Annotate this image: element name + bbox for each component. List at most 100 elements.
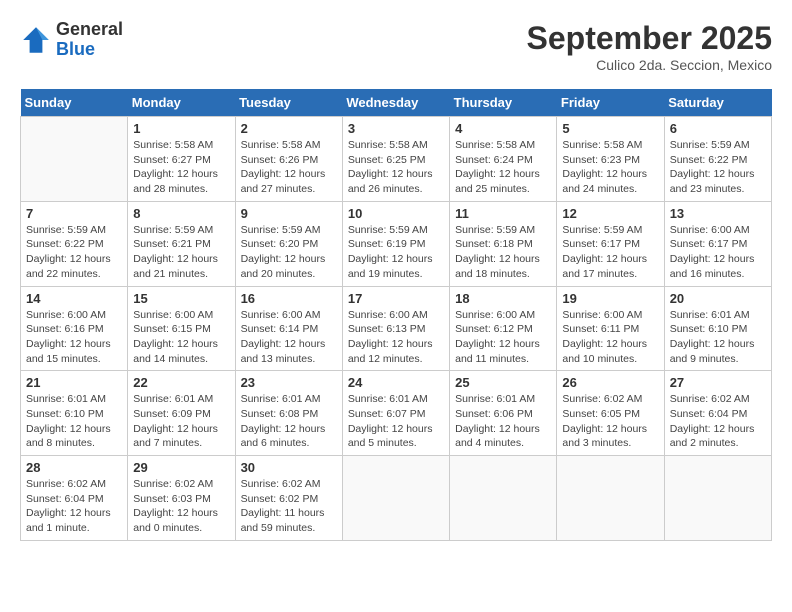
day-info: Sunrise: 6:02 AMSunset: 6:05 PMDaylight:…: [562, 392, 658, 451]
day-info: Sunrise: 5:58 AMSunset: 6:26 PMDaylight:…: [241, 138, 337, 197]
day-number: 24: [348, 375, 444, 390]
logo-general-text: General: [56, 20, 123, 40]
day-info: Sunrise: 6:01 AMSunset: 6:10 PMDaylight:…: [670, 308, 766, 367]
calendar-cell: 5 Sunrise: 5:58 AMSunset: 6:23 PMDaylight…: [557, 117, 664, 202]
day-number: 15: [133, 291, 229, 306]
page-header: General Blue September 2025 Culico 2da. …: [20, 20, 772, 73]
calendar-cell: 6 Sunrise: 5:59 AMSunset: 6:22 PMDaylight…: [664, 117, 771, 202]
day-info: Sunrise: 5:58 AMSunset: 6:25 PMDaylight:…: [348, 138, 444, 197]
day-info: Sunrise: 5:59 AMSunset: 6:22 PMDaylight:…: [670, 138, 766, 197]
day-number: 30: [241, 460, 337, 475]
day-number: 21: [26, 375, 122, 390]
logo-blue-text: Blue: [56, 40, 123, 60]
day-number: 17: [348, 291, 444, 306]
day-info: Sunrise: 5:59 AMSunset: 6:18 PMDaylight:…: [455, 223, 551, 282]
day-number: 25: [455, 375, 551, 390]
day-number: 2: [241, 121, 337, 136]
week-row-4: 21 Sunrise: 6:01 AMSunset: 6:10 PMDayligh…: [21, 371, 772, 456]
day-info: Sunrise: 6:01 AMSunset: 6:10 PMDaylight:…: [26, 392, 122, 451]
calendar-cell: 24 Sunrise: 6:01 AMSunset: 6:07 PMDayligh…: [342, 371, 449, 456]
calendar-cell: 27 Sunrise: 6:02 AMSunset: 6:04 PMDayligh…: [664, 371, 771, 456]
day-header-wednesday: Wednesday: [342, 89, 449, 117]
calendar-cell: 26 Sunrise: 6:02 AMSunset: 6:05 PMDayligh…: [557, 371, 664, 456]
title-block: September 2025 Culico 2da. Seccion, Mexi…: [527, 20, 772, 73]
day-header-monday: Monday: [128, 89, 235, 117]
calendar-table: SundayMondayTuesdayWednesdayThursdayFrid…: [20, 89, 772, 541]
calendar-cell: 18 Sunrise: 6:00 AMSunset: 6:12 PMDayligh…: [450, 286, 557, 371]
day-info: Sunrise: 5:59 AMSunset: 6:22 PMDaylight:…: [26, 223, 122, 282]
calendar-cell: 14Sunrise: 6:00 AMSunset: 6:16 PMDayligh…: [21, 286, 128, 371]
week-row-3: 14Sunrise: 6:00 AMSunset: 6:16 PMDayligh…: [21, 286, 772, 371]
logo: General Blue: [20, 20, 123, 60]
day-info: Sunrise: 6:00 AMSunset: 6:12 PMDaylight:…: [455, 308, 551, 367]
logo-icon: [20, 24, 52, 56]
day-number: 23: [241, 375, 337, 390]
day-number: 28: [26, 460, 122, 475]
day-info: Sunrise: 6:00 AMSunset: 6:13 PMDaylight:…: [348, 308, 444, 367]
day-info: Sunrise: 6:00 AMSunset: 6:11 PMDaylight:…: [562, 308, 658, 367]
day-info: Sunrise: 5:59 AMSunset: 6:21 PMDaylight:…: [133, 223, 229, 282]
calendar-cell: 4 Sunrise: 5:58 AMSunset: 6:24 PMDaylight…: [450, 117, 557, 202]
calendar-cell: 7 Sunrise: 5:59 AMSunset: 6:22 PMDaylight…: [21, 201, 128, 286]
day-number: 22: [133, 375, 229, 390]
day-info: Sunrise: 5:58 AMSunset: 6:23 PMDaylight:…: [562, 138, 658, 197]
calendar-cell: 3 Sunrise: 5:58 AMSunset: 6:25 PMDaylight…: [342, 117, 449, 202]
day-header-sunday: Sunday: [21, 89, 128, 117]
day-info: Sunrise: 6:01 AMSunset: 6:07 PMDaylight:…: [348, 392, 444, 451]
day-number: 4: [455, 121, 551, 136]
day-info: Sunrise: 6:02 AMSunset: 6:04 PMDaylight:…: [670, 392, 766, 451]
day-number: 11: [455, 206, 551, 221]
day-number: 26: [562, 375, 658, 390]
calendar-cell: 19 Sunrise: 6:00 AMSunset: 6:11 PMDayligh…: [557, 286, 664, 371]
calendar-cell: 20 Sunrise: 6:01 AMSunset: 6:10 PMDayligh…: [664, 286, 771, 371]
calendar-cell: 25 Sunrise: 6:01 AMSunset: 6:06 PMDayligh…: [450, 371, 557, 456]
calendar-header-row: SundayMondayTuesdayWednesdayThursdayFrid…: [21, 89, 772, 117]
week-row-1: 1 Sunrise: 5:58 AMSunset: 6:27 PMDaylight…: [21, 117, 772, 202]
day-number: 1: [133, 121, 229, 136]
day-number: 19: [562, 291, 658, 306]
day-number: 3: [348, 121, 444, 136]
calendar-cell: 11 Sunrise: 5:59 AMSunset: 6:18 PMDayligh…: [450, 201, 557, 286]
calendar-cell: 17 Sunrise: 6:00 AMSunset: 6:13 PMDayligh…: [342, 286, 449, 371]
day-info: Sunrise: 6:00 AMSunset: 6:17 PMDaylight:…: [670, 223, 766, 282]
day-header-thursday: Thursday: [450, 89, 557, 117]
calendar-cell: 16Sunrise: 6:00 AMSunset: 6:14 PMDayligh…: [235, 286, 342, 371]
day-number: 18: [455, 291, 551, 306]
calendar-cell: 10Sunrise: 5:59 AMSunset: 6:19 PMDayligh…: [342, 201, 449, 286]
day-header-tuesday: Tuesday: [235, 89, 342, 117]
day-info: Sunrise: 5:58 AMSunset: 6:27 PMDaylight:…: [133, 138, 229, 197]
day-number: 13: [670, 206, 766, 221]
day-number: 20: [670, 291, 766, 306]
calendar-cell: 1 Sunrise: 5:58 AMSunset: 6:27 PMDaylight…: [128, 117, 235, 202]
day-info: Sunrise: 6:02 AMSunset: 6:03 PMDaylight:…: [133, 477, 229, 536]
day-number: 29: [133, 460, 229, 475]
calendar-cell: 28 Sunrise: 6:02 AMSunset: 6:04 PMDayligh…: [21, 456, 128, 541]
calendar-cell: 12Sunrise: 5:59 AMSunset: 6:17 PMDayligh…: [557, 201, 664, 286]
day-number: 7: [26, 206, 122, 221]
day-info: Sunrise: 6:01 AMSunset: 6:09 PMDaylight:…: [133, 392, 229, 451]
calendar-cell: [21, 117, 128, 202]
week-row-5: 28 Sunrise: 6:02 AMSunset: 6:04 PMDayligh…: [21, 456, 772, 541]
week-row-2: 7 Sunrise: 5:59 AMSunset: 6:22 PMDaylight…: [21, 201, 772, 286]
day-info: Sunrise: 6:01 AMSunset: 6:08 PMDaylight:…: [241, 392, 337, 451]
day-number: 27: [670, 375, 766, 390]
day-number: 12: [562, 206, 658, 221]
day-info: Sunrise: 5:59 AMSunset: 6:19 PMDaylight:…: [348, 223, 444, 282]
calendar-cell: 29 Sunrise: 6:02 AMSunset: 6:03 PMDayligh…: [128, 456, 235, 541]
calendar-cell: 13 Sunrise: 6:00 AMSunset: 6:17 PMDayligh…: [664, 201, 771, 286]
day-number: 6: [670, 121, 766, 136]
calendar-cell: 8 Sunrise: 5:59 AMSunset: 6:21 PMDaylight…: [128, 201, 235, 286]
day-number: 8: [133, 206, 229, 221]
day-info: Sunrise: 6:01 AMSunset: 6:06 PMDaylight:…: [455, 392, 551, 451]
day-number: 5: [562, 121, 658, 136]
day-info: Sunrise: 5:58 AMSunset: 6:24 PMDaylight:…: [455, 138, 551, 197]
day-header-friday: Friday: [557, 89, 664, 117]
day-number: 16: [241, 291, 337, 306]
calendar-cell: [664, 456, 771, 541]
month-title: September 2025: [527, 20, 772, 57]
day-info: Sunrise: 6:02 AMSunset: 6:04 PMDaylight:…: [26, 477, 122, 536]
day-info: Sunrise: 6:00 AMSunset: 6:15 PMDaylight:…: [133, 308, 229, 367]
calendar-cell: [450, 456, 557, 541]
location-subtitle: Culico 2da. Seccion, Mexico: [527, 57, 772, 73]
day-number: 9: [241, 206, 337, 221]
